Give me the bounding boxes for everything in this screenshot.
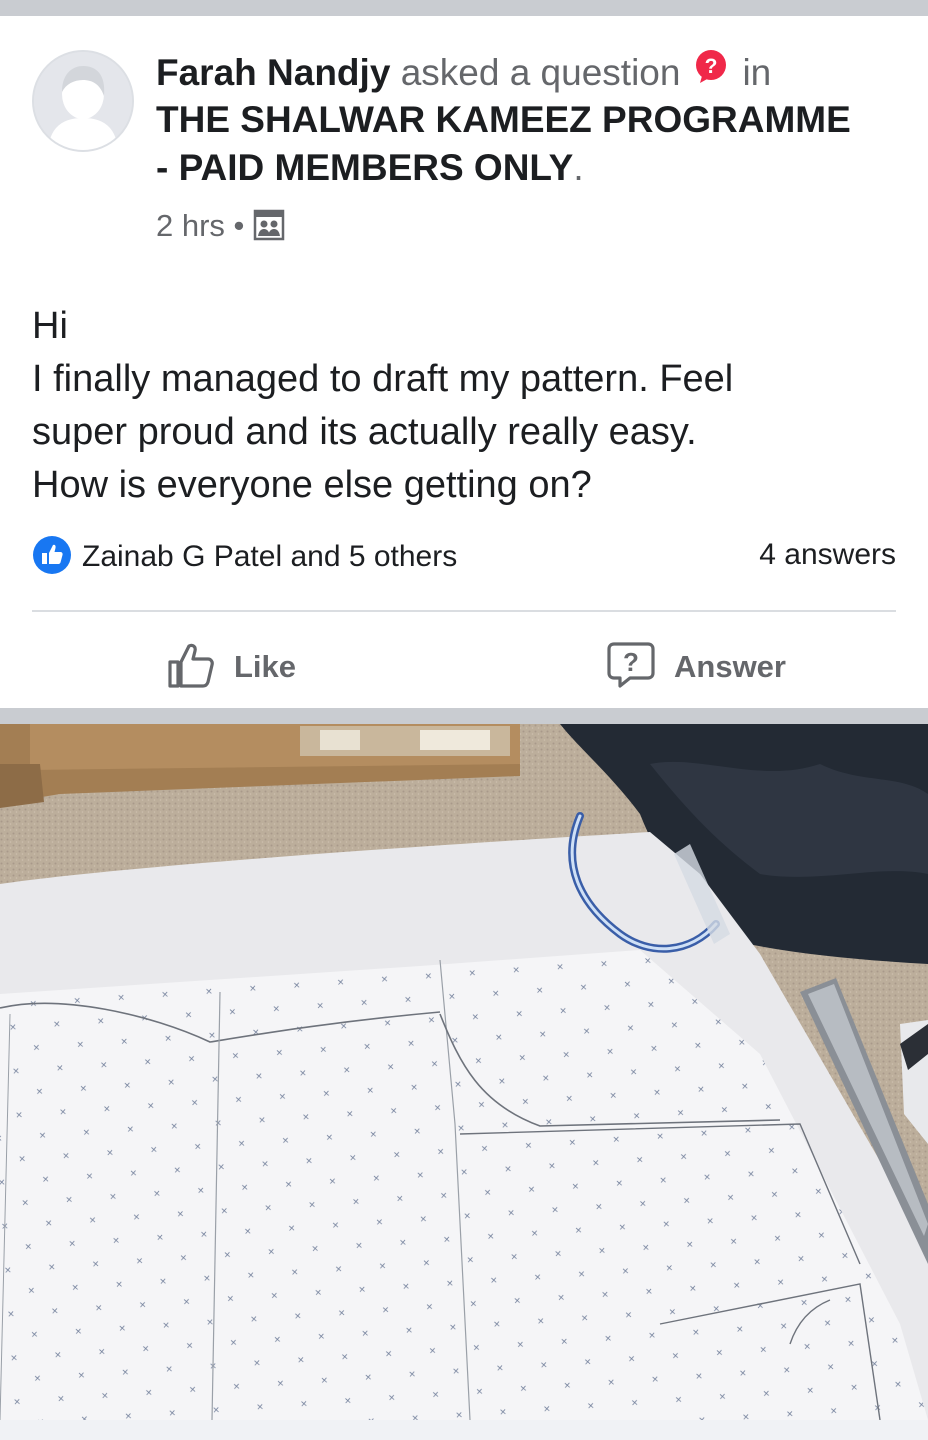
post-body-line: Hi — [32, 305, 68, 347]
post-action-text: asked a question — [400, 51, 681, 93]
group-name-line1[interactable]: THE SHALWAR KAMEEZ PROGRAMME — [156, 96, 851, 144]
post-body: Hi I finally managed to draft my pattern… — [32, 300, 892, 512]
reactions-text: Zainab G Patel and 5 others — [82, 539, 458, 573]
answer-button[interactable]: ? Answer — [606, 636, 786, 698]
group-period: . — [573, 147, 584, 188]
photo-separator — [0, 708, 928, 724]
top-separator — [0, 0, 928, 16]
answer-question-icon: ? — [607, 642, 655, 688]
author-name[interactable]: Farah Nandjy — [156, 52, 390, 93]
group-name-line2[interactable]: - PAID MEMBERS ONLY — [156, 147, 573, 188]
svg-text:?: ? — [623, 647, 639, 677]
pattern-photo-image: × × — [0, 724, 928, 1420]
default-avatar-icon — [34, 52, 132, 150]
answer-label: Answer — [674, 649, 786, 684]
svg-text:?: ? — [705, 55, 718, 78]
question-badge-icon: ? — [694, 48, 728, 96]
divider — [32, 610, 896, 612]
bottom-strip — [0, 1420, 928, 1440]
post-meta: 2 hrs • — [156, 206, 285, 247]
thumbs-up-icon — [168, 643, 214, 688]
timestamp[interactable]: 2 hrs — [156, 208, 225, 243]
meta-dot: • — [233, 208, 245, 243]
reactions-summary[interactable]: Zainab G Patel and 5 others — [32, 535, 457, 575]
avatar[interactable] — [32, 50, 134, 152]
like-reaction-icon — [33, 536, 71, 574]
answers-count[interactable]: 4 answers — [759, 535, 896, 575]
post-card: Farah Nandjy asked a question? in THE SHA… — [0, 16, 928, 708]
post-header: Farah Nandjy asked a question? in — [156, 48, 771, 102]
post-body-line: How is everyone else getting on? — [32, 464, 592, 506]
like-button[interactable]: Like — [166, 636, 296, 698]
group-icon — [253, 209, 285, 241]
in-text: in — [742, 51, 772, 93]
post-body-line: I finally managed to draft my pattern. F… — [32, 358, 734, 400]
like-label: Like — [234, 649, 297, 684]
post-body-line: super proud and its actually really easy… — [32, 411, 697, 453]
post-photo[interactable]: × × — [0, 724, 928, 1420]
